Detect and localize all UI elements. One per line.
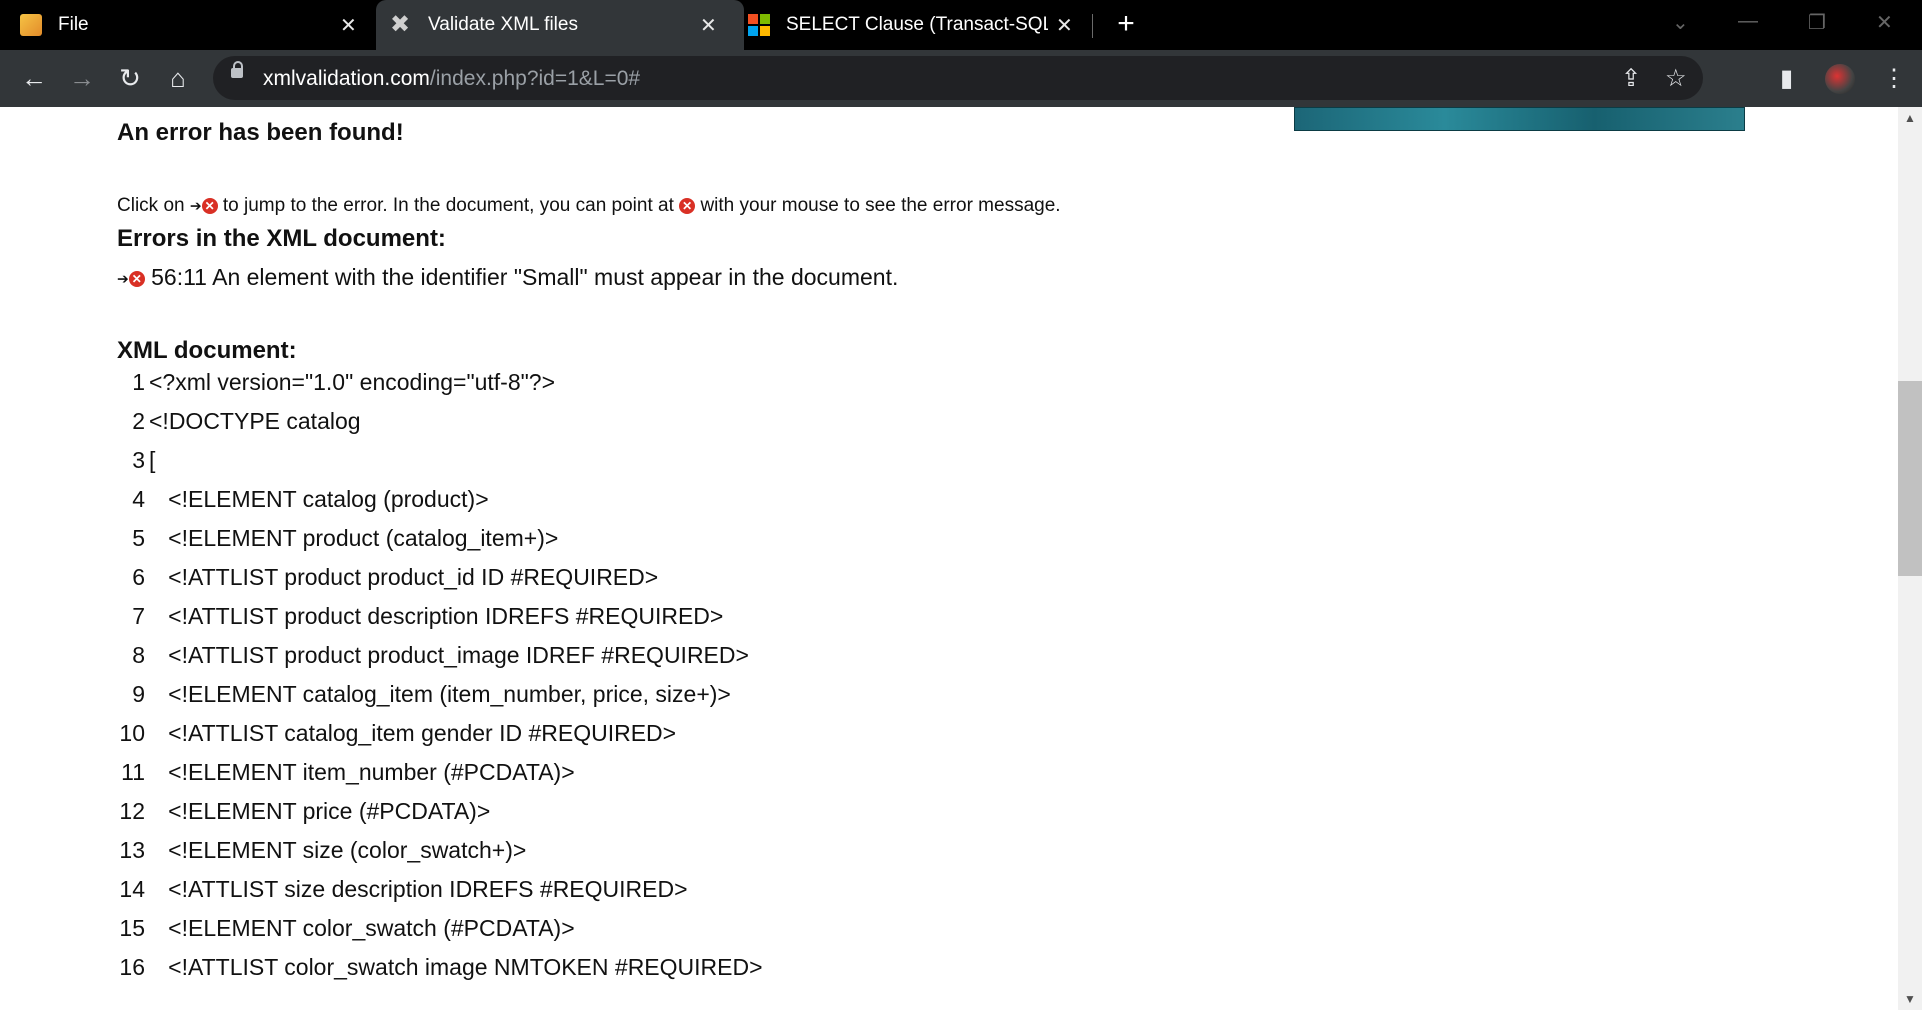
error-icon: ✕ [128, 270, 145, 287]
share-icon[interactable]: ⇪ [1621, 64, 1641, 93]
line-text: <!ATTLIST size description IDREFS #REQUI… [149, 876, 688, 902]
close-tab-icon[interactable]: ✕ [700, 13, 717, 38]
line-number: 16 [119, 954, 145, 980]
error-entry: ➔ ✕ 56:11 An element with the identifier … [117, 264, 898, 291]
line-text: <?xml version="1.0" encoding="utf-8"?> [149, 369, 556, 395]
scroll-up-arrow-icon[interactable]: ▲ [1904, 111, 1916, 125]
hint-part: Click on [117, 195, 185, 216]
scrollbar-thumb[interactable] [1898, 381, 1922, 576]
url-text[interactable]: xmlvalidation.com/index.php?id=1&L=0# [263, 67, 640, 91]
back-button[interactable]: ← [18, 62, 50, 94]
new-tab-button[interactable]: + [1110, 8, 1142, 40]
line-text: <!ATTLIST product product_id ID #REQUIRE… [149, 564, 659, 590]
line-text: <!ELEMENT item_number (#PCDATA)> [149, 759, 575, 785]
microsoft-icon [748, 14, 770, 36]
jump-arrow-icon: ➔ [117, 270, 129, 287]
line-text: <!ELEMENT size (color_swatch+)> [149, 837, 527, 863]
line-number: 7 [132, 603, 145, 629]
errors-heading: Errors in the XML document: [117, 225, 446, 252]
error-icon: ✕ [201, 197, 218, 214]
page-viewport: An error has been found! Click on ➔ ✕ to … [0, 107, 1898, 1010]
profile-avatar[interactable] [1825, 64, 1855, 94]
home-button[interactable]: ⌂ [162, 62, 194, 94]
line-number: 3 [132, 447, 145, 473]
line-text: <!ELEMENT product (catalog_item+)> [149, 525, 559, 551]
forward-button[interactable]: → [66, 62, 98, 94]
line-text: <!ELEMENT catalog_item (item_number, pri… [149, 681, 731, 707]
line-text: <!ATTLIST color_swatch image NMTOKEN #RE… [149, 954, 763, 980]
jump-arrow-icon: ➔ [189, 197, 202, 214]
line-number: 1 [132, 369, 145, 395]
line-number: 12 [119, 798, 145, 824]
line-number: 2 [132, 408, 145, 434]
tab-title: SELECT Clause (Transact-SQL) - S [786, 14, 1048, 35]
error-message: An element with the identifier "Small" m… [212, 264, 899, 290]
tab-title: Validate XML files [428, 14, 578, 35]
vertical-scrollbar[interactable]: ▲ ▼ [1898, 107, 1922, 1010]
banner-image [1294, 107, 1745, 131]
line-number: 9 [132, 681, 145, 707]
restore-button[interactable]: ❐ [1808, 10, 1826, 35]
error-icon: ✕ [679, 197, 696, 214]
hint-part: to jump to the error. In the document, y… [222, 195, 674, 216]
tab-divider [1092, 14, 1093, 38]
hint-text: Click on ➔ ✕ to jump to the error. In the… [117, 195, 1061, 217]
tab-title: File [58, 14, 89, 35]
minimize-button[interactable]: — [1738, 10, 1758, 33]
xml-document-heading: XML document: [117, 337, 297, 364]
browser-toolbar: ← → ↻ ⌂ xmlvalidation.com/index.php?id=1… [0, 50, 1922, 107]
line-text: <!ATTLIST product product_image IDREF #R… [149, 642, 749, 668]
hint-part: with your mouse to see the error message… [700, 195, 1061, 216]
xml-validator-icon: ✖ [390, 11, 411, 38]
lock-icon[interactable] [231, 61, 243, 78]
line-number: 10 [119, 720, 145, 746]
line-text: <!ELEMENT color_swatch (#PCDATA)> [149, 915, 575, 941]
reload-button[interactable]: ↻ [114, 62, 146, 94]
line-number: 4 [132, 486, 145, 512]
close-tab-icon[interactable]: ✕ [340, 13, 357, 38]
bookmark-star-icon[interactable]: ☆ [1665, 64, 1687, 93]
url-path: /index.php?id=1&L=0# [429, 67, 641, 90]
scroll-down-arrow-icon[interactable]: ▼ [1904, 992, 1916, 1006]
line-number: 14 [119, 876, 145, 902]
pencil-icon [20, 14, 42, 36]
line-text: <!DOCTYPE catalog [149, 408, 361, 434]
line-number: 15 [119, 915, 145, 941]
line-text: <!ELEMENT price (#PCDATA)> [149, 798, 491, 824]
line-text: <!ELEMENT catalog (product)> [149, 486, 489, 512]
tab-file[interactable]: File ✕ [20, 0, 365, 50]
tab-select-clause[interactable]: SELECT Clause (Transact-SQL) - S ✕ [748, 0, 1078, 50]
jump-to-error-link[interactable]: ➔ ✕ [117, 264, 145, 290]
line-number: 6 [132, 564, 145, 590]
close-tab-icon[interactable]: ✕ [1056, 13, 1073, 38]
line-text: <!ATTLIST catalog_item gender ID #REQUIR… [149, 720, 677, 746]
url-domain: xmlvalidation.com [263, 67, 430, 90]
close-window-button[interactable]: ✕ [1876, 10, 1893, 35]
tab-search-icon[interactable]: ⌄ [1672, 10, 1689, 35]
line-number: 8 [132, 642, 145, 668]
error-location: 56:11 [151, 264, 207, 290]
line-text: [ [149, 447, 156, 473]
address-bar[interactable]: xmlvalidation.com/index.php?id=1&L=0# ⇪ … [213, 56, 1703, 100]
line-number: 5 [132, 525, 145, 551]
line-number: 13 [119, 837, 145, 863]
line-text: <!ATTLIST product description IDREFS #RE… [149, 603, 724, 629]
tab-validate-xml[interactable]: ✖ Validate XML files ✕ [376, 0, 744, 50]
side-panel-icon[interactable]: ▮ [1780, 64, 1793, 93]
error-heading: An error has been found! [117, 119, 404, 146]
tab-strip: File ✕ ✖ Validate XML files ✕ SELECT Cla… [0, 0, 1922, 50]
line-number: 11 [121, 759, 145, 785]
menu-icon[interactable]: ⋮ [1882, 64, 1906, 93]
